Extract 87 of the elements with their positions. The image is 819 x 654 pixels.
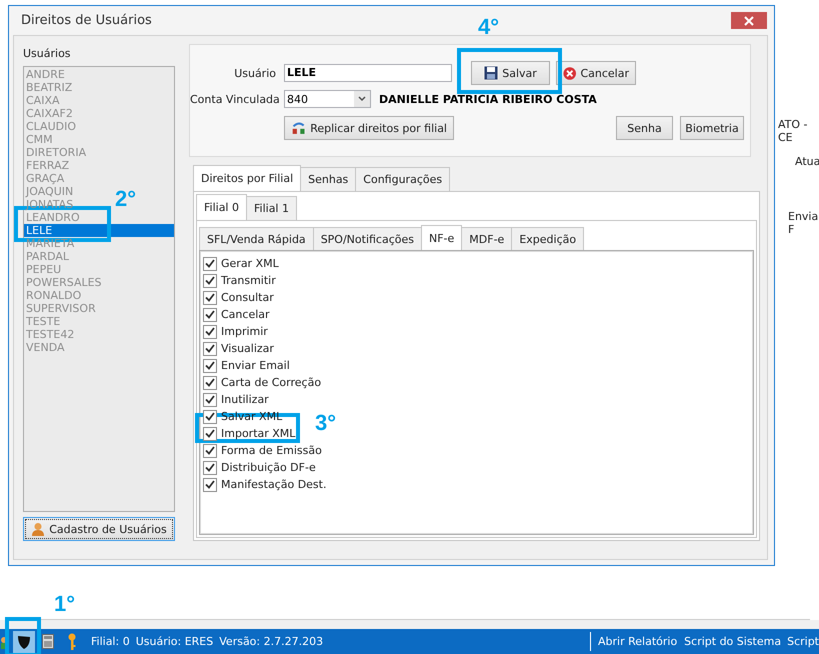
user-item[interactable]: ANDRE bbox=[24, 68, 65, 81]
user-item[interactable]: PARDAL bbox=[24, 250, 70, 263]
checkbox[interactable] bbox=[203, 308, 217, 322]
permission-label: Visualizar bbox=[221, 342, 274, 355]
checkbox[interactable] bbox=[203, 290, 217, 304]
permission-label: Gerar XML bbox=[221, 257, 279, 270]
user-item[interactable]: JOAQUIN bbox=[24, 185, 74, 198]
module-tab[interactable]: MDF-e bbox=[461, 227, 512, 251]
annotation-label: 2° bbox=[115, 188, 136, 210]
status-text: Filial: 0 bbox=[91, 635, 130, 648]
permission-label: Importar XML bbox=[221, 427, 296, 440]
permission-label: Cancelar bbox=[221, 308, 270, 321]
close-button[interactable] bbox=[731, 12, 767, 29]
permission-label: Transmitir bbox=[221, 274, 276, 287]
user-item[interactable]: DIRETORIA bbox=[24, 146, 86, 159]
permission-label: Inutilizar bbox=[221, 393, 269, 406]
user-item[interactable]: SUPERVISOR bbox=[24, 302, 96, 315]
users-label: Usuários bbox=[23, 47, 72, 60]
annotation-label: 3° bbox=[315, 412, 336, 434]
user-label: Usuário bbox=[233, 66, 276, 80]
user-item[interactable]: POWERSALES bbox=[24, 276, 102, 289]
checkbox[interactable] bbox=[203, 392, 217, 406]
checkbox[interactable] bbox=[203, 256, 217, 270]
user-item[interactable]: RONALDO bbox=[24, 289, 82, 302]
user-item[interactable]: PEPEU bbox=[24, 263, 62, 276]
user-item[interactable]: TESTE bbox=[24, 315, 60, 328]
status-link[interactable]: Script bbox=[787, 635, 819, 648]
checkbox[interactable] bbox=[203, 460, 217, 474]
module-tab[interactable]: Expedição bbox=[511, 227, 584, 251]
cancel-button[interactable]: Cancelar bbox=[556, 61, 636, 85]
user-item[interactable]: CMM bbox=[24, 133, 53, 146]
save-button[interactable]: Salvar bbox=[471, 61, 550, 85]
module-tab[interactable]: SPO/Notificações bbox=[312, 227, 422, 251]
status-link[interactable]: Abrir Relatório bbox=[598, 635, 678, 648]
close-icon bbox=[744, 16, 754, 26]
user-item[interactable]: LEANDRO bbox=[24, 211, 80, 224]
user-item[interactable]: CAIXAF2 bbox=[24, 107, 73, 120]
permission-label: Distribuição DF-e bbox=[221, 461, 316, 474]
permission-label: Consultar bbox=[221, 291, 274, 304]
branch-tab[interactable]: Filial 1 bbox=[246, 196, 297, 220]
annotation-frame bbox=[5, 617, 41, 654]
user-item[interactable]: GRAÇA bbox=[24, 172, 64, 185]
checkbox[interactable] bbox=[203, 274, 217, 288]
user-field[interactable]: LELE bbox=[284, 64, 452, 82]
password-button[interactable]: Senha bbox=[616, 116, 673, 140]
checkbox[interactable] bbox=[203, 426, 217, 440]
checkbox[interactable] bbox=[203, 358, 217, 372]
permission-label: Forma de Emissão bbox=[221, 444, 322, 457]
status-link[interactable]: Script do Sistema bbox=[684, 635, 782, 648]
checkbox[interactable] bbox=[203, 410, 217, 424]
replicate-rights-button[interactable]: Replicar direitos por filial bbox=[284, 116, 454, 140]
user-item[interactable]: BEATRIZ bbox=[24, 81, 72, 94]
cancel-icon bbox=[563, 66, 576, 80]
user-item[interactable]: FERRAZ bbox=[24, 159, 70, 172]
checkbox[interactable] bbox=[203, 444, 217, 458]
tab[interactable]: Configurações bbox=[355, 167, 450, 191]
permission-label: Enviar Email bbox=[221, 359, 290, 372]
branch-tab[interactable]: Filial 0 bbox=[196, 194, 247, 220]
user-item[interactable]: CLAUDIO bbox=[24, 120, 76, 133]
background-text: Envia F bbox=[788, 210, 819, 236]
window-title: Direitos de Usuários bbox=[21, 13, 152, 28]
permission-label: Manifestação Dest. bbox=[221, 478, 326, 491]
user-icon bbox=[31, 522, 46, 536]
checkbox[interactable] bbox=[203, 342, 217, 356]
background-text: ATO - CE bbox=[778, 118, 809, 144]
user-item[interactable]: LELE bbox=[24, 224, 174, 237]
account-name: DANIELLE PATRICIA RIBEIRO COSTA bbox=[379, 92, 597, 106]
user-item[interactable]: VENDA bbox=[24, 341, 65, 354]
account-dropdown[interactable]: 840 bbox=[284, 90, 371, 108]
user-registration-button[interactable]: Cadastro de Usuários bbox=[23, 517, 175, 541]
shield-icon[interactable] bbox=[13, 630, 35, 652]
biometrics-button[interactable]: Biometria bbox=[680, 116, 744, 140]
status-text: Usuário: ERES bbox=[136, 635, 214, 648]
permission-label: Carta de Correção bbox=[221, 376, 322, 389]
module-tab[interactable]: SFL/Venda Rápida bbox=[199, 227, 314, 251]
user-item[interactable]: CAIXA bbox=[24, 94, 60, 107]
annotation-label: 4° bbox=[478, 16, 500, 38]
checkbox[interactable] bbox=[203, 478, 217, 492]
status-text: Versão: 2.7.27.203 bbox=[219, 635, 324, 648]
background-text: Atua bbox=[795, 155, 819, 168]
tab[interactable]: Direitos por Filial bbox=[193, 165, 302, 191]
checkbox[interactable] bbox=[203, 324, 217, 338]
annotation-label: 1° bbox=[54, 593, 76, 615]
user-item[interactable]: TESTE42 bbox=[24, 328, 74, 341]
checkbox[interactable] bbox=[203, 376, 217, 390]
ab-swap-icon bbox=[291, 120, 306, 136]
permission-label: Imprimir bbox=[221, 325, 268, 338]
